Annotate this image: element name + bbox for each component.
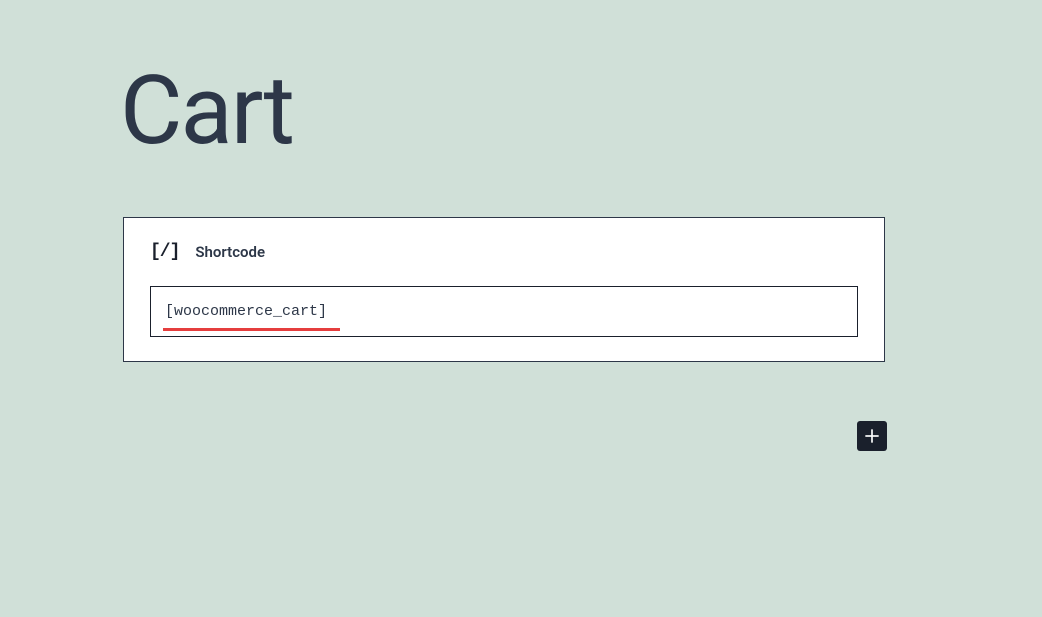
shortcode-icon: [/] <box>150 242 179 262</box>
annotation-underline <box>163 328 340 331</box>
add-block-button[interactable] <box>857 421 887 451</box>
block-type-label: Shortcode <box>195 243 265 261</box>
shortcode-input-wrap <box>150 286 858 337</box>
plus-icon <box>862 426 882 446</box>
block-header: [/] Shortcode <box>150 242 858 262</box>
page-title[interactable]: Cart <box>120 55 1042 167</box>
shortcode-block[interactable]: [/] Shortcode <box>123 217 885 362</box>
